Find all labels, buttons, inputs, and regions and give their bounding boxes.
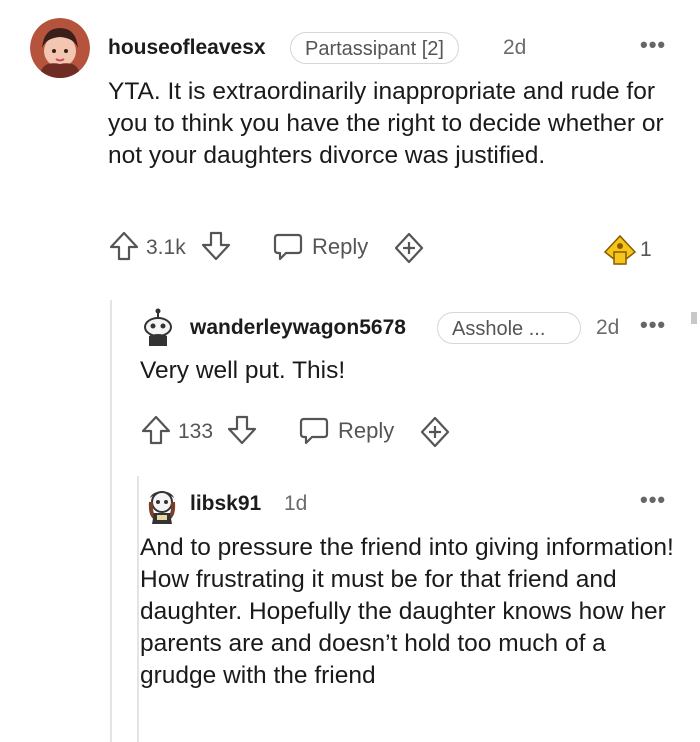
award-count: 1 xyxy=(640,238,652,261)
award-icon[interactable] xyxy=(393,232,425,264)
comment-body: Very well put. This! xyxy=(140,357,346,384)
vote-count: 133 xyxy=(178,420,214,443)
timestamp: 2d xyxy=(596,316,620,339)
downvote-icon[interactable] xyxy=(200,230,232,262)
username[interactable]: houseofleavesx xyxy=(108,36,266,60)
reply-icon[interactable] xyxy=(298,415,330,447)
avatar[interactable] xyxy=(30,18,90,78)
vote-count: 3.1k xyxy=(146,236,186,259)
comment-body: And to pressure the friend into giving i… xyxy=(140,534,674,689)
scroll-indicator[interactable] xyxy=(691,312,697,324)
thread-line-level1 xyxy=(110,300,112,742)
user-flair: Partassipant [2] xyxy=(290,32,459,64)
avatar[interactable] xyxy=(138,308,178,348)
avatar[interactable] xyxy=(142,486,182,526)
more-options-icon[interactable]: ••• xyxy=(640,487,666,513)
upvote-icon[interactable] xyxy=(108,230,140,262)
user-flair: Asshole ... xyxy=(437,312,581,344)
more-options-icon[interactable]: ••• xyxy=(640,32,666,58)
thread-line-level2 xyxy=(137,476,139,742)
username[interactable]: wanderleywagon5678 xyxy=(190,316,406,340)
reply-button[interactable]: Reply xyxy=(312,234,368,260)
comment-body: YTA. It is extraordinarily inappropriate… xyxy=(108,78,664,169)
timestamp: 1d xyxy=(284,492,308,515)
more-options-icon[interactable]: ••• xyxy=(640,312,666,338)
downvote-icon[interactable] xyxy=(226,414,258,446)
reply-icon[interactable] xyxy=(272,231,304,263)
username[interactable]: libsk91 xyxy=(190,492,261,516)
gold-award-icon[interactable] xyxy=(603,234,637,266)
reply-button[interactable]: Reply xyxy=(338,418,394,444)
timestamp: 2d xyxy=(503,36,527,59)
award-icon[interactable] xyxy=(419,416,451,448)
upvote-icon[interactable] xyxy=(140,414,172,446)
